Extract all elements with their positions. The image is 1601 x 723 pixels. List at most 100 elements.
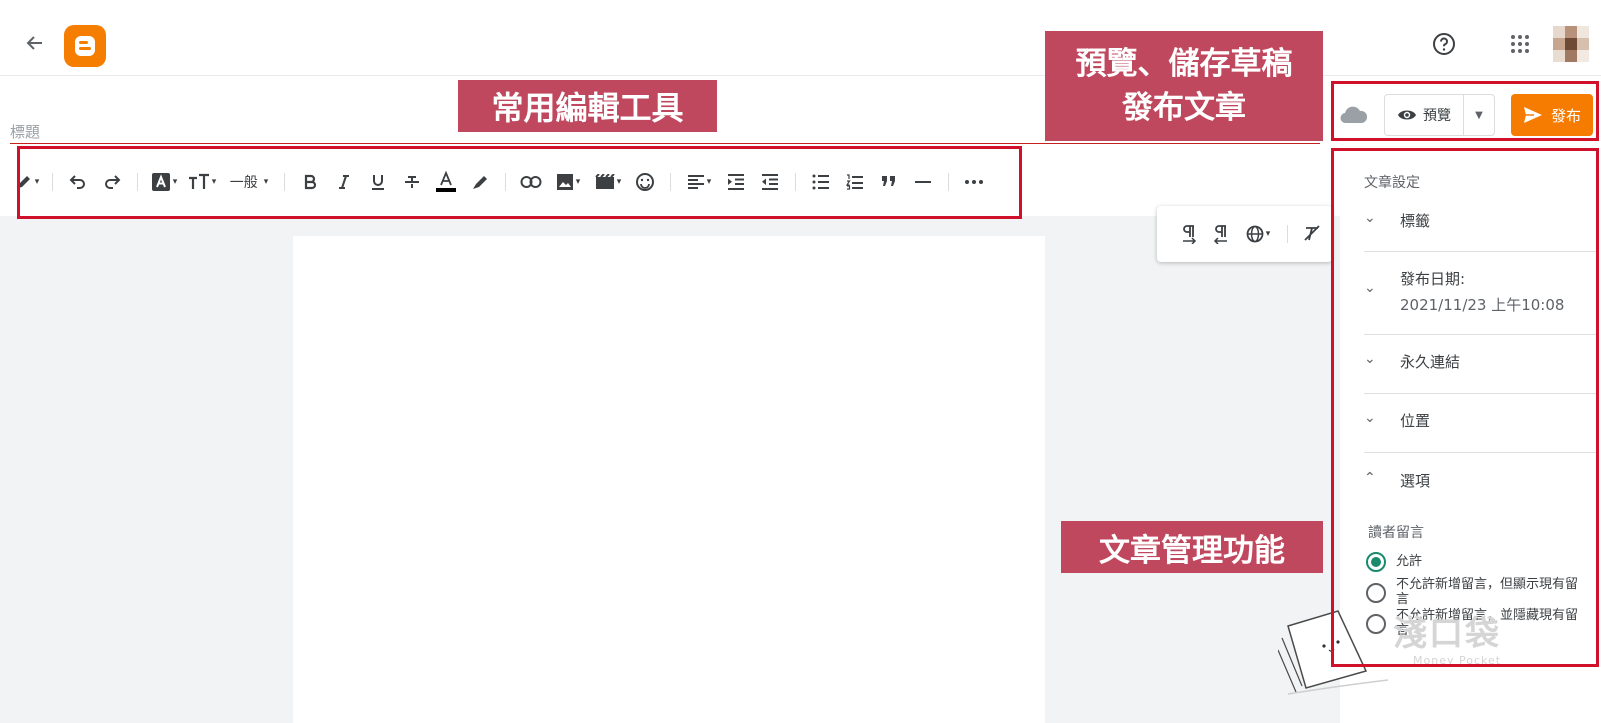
chevron-down-icon: ⌄ [1364,351,1376,367]
underline-button[interactable] [361,165,395,199]
bold-button[interactable] [293,165,327,199]
caret-down-icon: ▾ [706,177,712,187]
publish-date-label: 發布日期: [1400,270,1466,288]
caret-down-icon: ▾ [575,177,581,187]
save-draft-button[interactable] [1339,103,1369,133]
highlighter-icon [473,176,487,189]
annotation-actions-line1: 預覽、儲存草稿 [1075,46,1293,82]
publish-date-value: 2021/11/23 上午10:08 [1400,296,1565,314]
italic-icon [339,175,349,189]
redo-button[interactable] [95,165,129,199]
annotation-actions: 預覽、儲存草稿 發布文章 [1045,31,1323,141]
image-icon [556,174,573,190]
apps-button[interactable] [1508,32,1532,56]
link-button[interactable] [514,165,548,199]
quote-button[interactable] [872,165,906,199]
pencil-icon [17,176,30,188]
caret-down-icon: ▾ [34,177,40,187]
caret-down-icon: ▾ [263,177,269,187]
preview-button[interactable]: 預覽 [1385,95,1464,135]
clear-formatting-icon [1304,225,1320,241]
publish-button[interactable]: 發布 [1511,94,1593,136]
post-settings-panel: 文章設定 ⌄ 標籤 ⌄ 發布日期: 2021/11/23 上午10:08 ⌄ 永… [1340,150,1601,723]
settings-permalink[interactable]: ⌄ 永久連結 [1364,351,1580,373]
preview-label: 預覽 [1423,108,1451,124]
indent-increase-button[interactable] [719,165,753,199]
insert-video-button[interactable]: ▾ [588,165,628,199]
comments-disallow-show-option[interactable]: 不允許新增留言，但顯示現有留言 [1366,577,1586,607]
permalink-label: 永久連結 [1400,353,1461,371]
divider [1364,393,1596,394]
bulleted-list-button[interactable] [804,165,838,199]
chevron-down-icon: ⌄ [1364,280,1376,296]
numbered-list-icon [846,174,863,190]
reader-comments-label: 讀者留言 [1368,525,1424,541]
align-button[interactable]: ▾ [679,165,719,199]
settings-publish-date[interactable]: ⌄ 發布日期: 2021/11/23 上午10:08 [1364,268,1580,316]
paragraph-style-value: 一般 [229,175,258,191]
numbered-list-button[interactable] [838,165,872,199]
settings-labels-label: 標籤 [1400,212,1431,230]
underline-icon [372,175,384,190]
compose-mode-button[interactable]: ▾ [10,165,44,199]
highlight-button[interactable] [463,165,497,199]
font-size-button[interactable]: ▾ [182,165,222,199]
caret-down-icon: ▾ [211,177,217,187]
secondary-toolbar: ▾ [1157,206,1332,262]
indent-increase-icon [728,174,744,190]
top-bar [0,0,1601,76]
indent-decrease-button[interactable] [753,165,787,199]
bold-icon [304,174,317,190]
toolbar-divider [948,173,949,191]
cloud-icon [1340,106,1368,124]
annotation-panel: 文章管理功能 [1061,521,1323,573]
font-family-icon [151,173,170,191]
settings-location[interactable]: ⌄ 位置 [1364,410,1580,432]
options-label: 選項 [1400,472,1431,490]
avatar[interactable] [1553,26,1589,62]
radio-unselected[interactable] [1366,583,1386,603]
comments-allow-option[interactable]: 允許 [1366,552,1586,572]
back-button[interactable] [20,28,50,58]
preview-button-group: 預覽 ▼ [1384,94,1495,136]
post-settings-heading: 文章設定 [1364,175,1420,191]
divider [1364,251,1596,252]
settings-labels[interactable]: ⌄ 標籤 [1364,210,1580,232]
text-direction-ltr-icon [1183,225,1197,244]
rtl-button[interactable] [1205,217,1237,251]
blogger-logo-icon[interactable] [64,25,106,67]
post-body-editor[interactable] [293,236,1045,723]
text-color-button[interactable] [429,165,463,199]
preview-dropdown-button[interactable]: ▼ [1464,95,1494,135]
caret-down-icon: ▼ [1475,109,1483,121]
settings-options[interactable]: ⌃ 選項 [1364,470,1580,492]
chevron-down-icon: ⌄ [1364,410,1376,426]
annotation-actions-line2: 發布文章 [1122,90,1246,126]
ltr-button[interactable] [1173,217,1205,251]
toolbar-divider [52,173,53,191]
location-label: 位置 [1400,412,1431,430]
radio-unselected[interactable] [1366,614,1386,634]
paragraph-style-select[interactable]: 一般 ▾ [222,165,276,199]
more-horizontal-icon [965,180,983,184]
italic-button[interactable] [327,165,361,199]
annotation-toolbar: 常用編輯工具 [458,80,717,132]
more-options-button[interactable] [957,165,991,199]
send-icon [1523,107,1542,123]
insert-image-button[interactable]: ▾ [548,165,588,199]
radio-selected[interactable] [1366,552,1386,572]
font-family-button[interactable]: ▾ [146,165,182,199]
caret-down-icon: ▾ [616,177,622,187]
clear-formatting-button[interactable] [1296,217,1328,251]
strikethrough-button[interactable] [395,165,429,199]
comments-disallow-hide-option[interactable]: 不允許新增留言，並隱藏現有留言 [1366,608,1586,638]
help-button[interactable] [1430,30,1458,58]
comments-disallow-show-label: 不允許新增留言，但顯示現有留言 [1396,577,1579,607]
language-button[interactable]: ▾ [1237,217,1279,251]
comments-allow-label: 允許 [1396,554,1423,569]
globe-icon [1246,225,1264,243]
emoji-button[interactable] [628,165,662,199]
align-left-icon [687,175,704,189]
horizontal-rule-button[interactable] [906,165,940,199]
undo-button[interactable] [61,165,95,199]
